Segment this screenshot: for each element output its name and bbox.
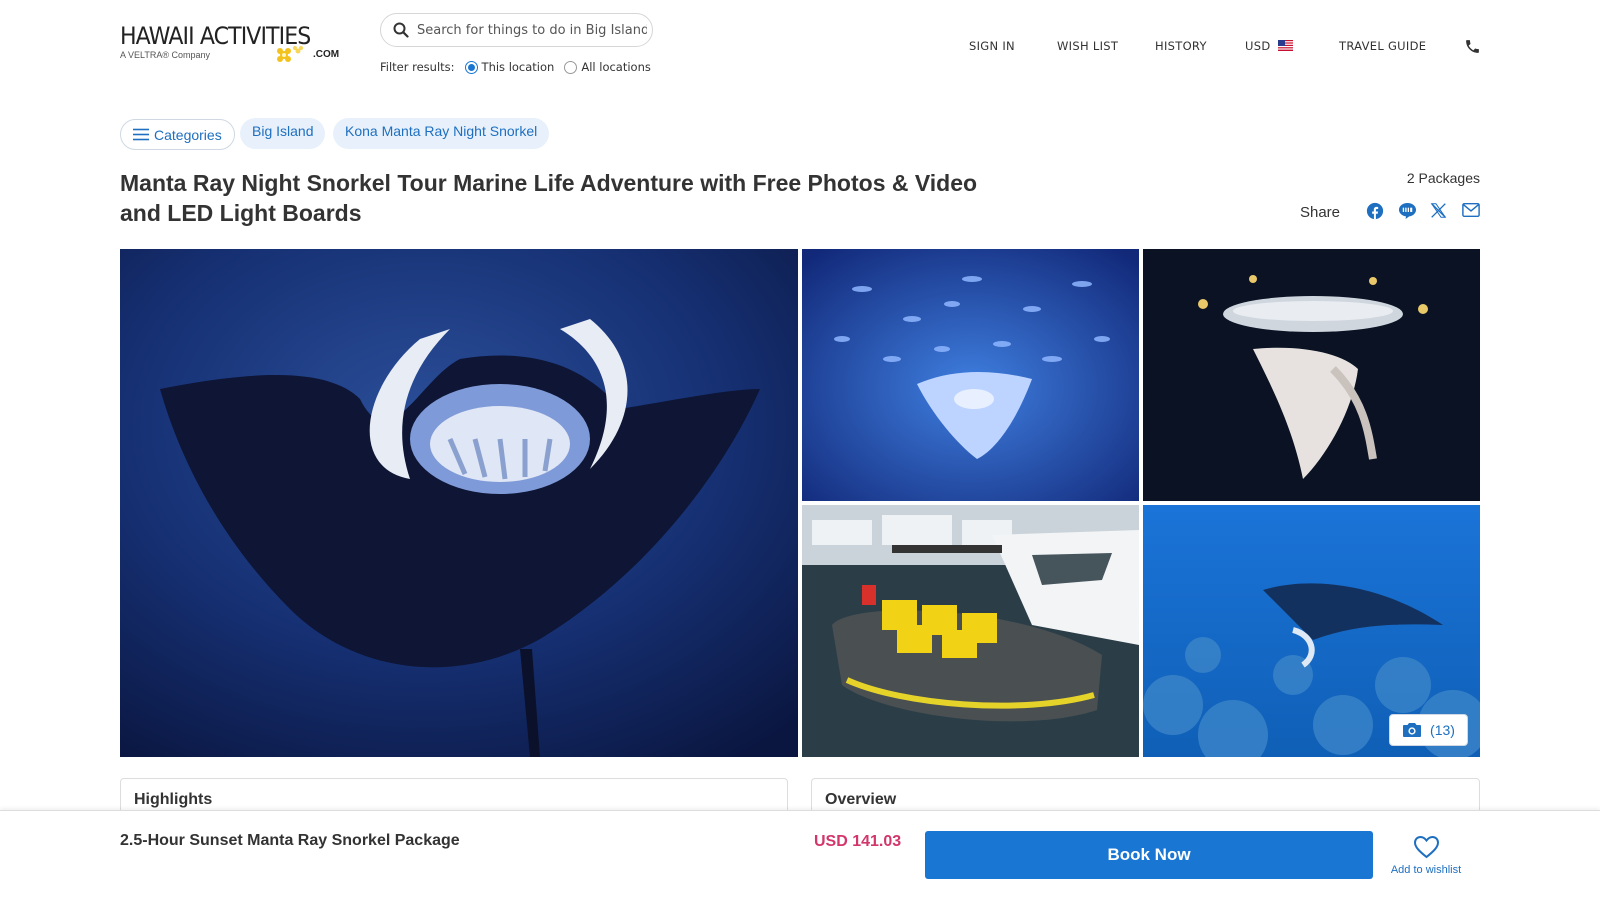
add-to-wishlist-label: Add to wishlist — [1390, 864, 1462, 876]
breadcrumb-label: Kona Manta Ray Night Snorkel — [345, 122, 538, 139]
categories-label: Categories — [154, 126, 222, 143]
heart-icon — [1413, 835, 1439, 859]
categories-button[interactable]: Categories — [120, 119, 235, 150]
us-flag-icon — [1278, 40, 1294, 51]
page-title: Manta Ray Night Snorkel Tour Marine Life… — [120, 170, 978, 226]
package-price: USD 141.03 — [814, 833, 902, 850]
book-now-button[interactable]: Book Now — [925, 831, 1373, 879]
breadcrumb-kona-manta-ray[interactable]: Kona Manta Ray Night Snorkel — [333, 118, 550, 149]
add-to-wishlist-button[interactable]: Add to wishlist — [1388, 835, 1464, 876]
breadcrumb-big-island[interactable]: Big Island — [240, 118, 326, 149]
photo-count-label: (13) — [1430, 722, 1455, 738]
search-icon — [393, 22, 409, 38]
photo-manta-ray-under-light-board[interactable] — [1143, 249, 1480, 501]
nav-travel-guide[interactable]: TRAVEL GUIDE — [1339, 39, 1426, 53]
nav-wish-list[interactable]: WISH LIST — [1057, 39, 1118, 53]
package-name: 2.5-Hour Sunset Manta Ray Snorkel Packag… — [120, 832, 460, 849]
highlights-heading: Highlights — [134, 791, 213, 808]
share-label: Share — [1299, 203, 1340, 221]
packages-count[interactable]: 2 Packages — [1407, 170, 1480, 186]
photo-snorkel-boat-in-harbor[interactable] — [802, 505, 1139, 757]
share-bar: Share — [1300, 202, 1482, 222]
breadcrumb-label: Big Island — [252, 122, 314, 139]
radio-this-location[interactable] — [464, 60, 478, 74]
line-icon[interactable] — [1398, 202, 1418, 222]
nav-history[interactable]: HISTORY — [1155, 39, 1207, 53]
view-all-photos-button[interactable]: (13) — [1389, 714, 1468, 746]
filter-option-this-location[interactable]: This location — [482, 60, 555, 74]
camera-icon — [1403, 723, 1422, 737]
filter-label: Filter results: — [380, 60, 455, 74]
filter-option-all-locations[interactable]: All locations — [581, 60, 651, 74]
photo-manta-ray-close-up[interactable] — [120, 249, 798, 757]
currency-label: USD — [1245, 39, 1271, 53]
plumeria-icon — [277, 46, 303, 62]
facebook-icon[interactable] — [1366, 202, 1386, 222]
photo-manta-ray-with-fish[interactable] — [802, 249, 1139, 501]
currency-selector[interactable]: USD — [1245, 39, 1294, 53]
site-logo[interactable]: HAWAII ACTIVITIES A VELTRA® Company .COM — [120, 22, 340, 70]
nav-sign-in[interactable]: SIGN IN — [969, 39, 1015, 53]
booking-bar: 2.5-Hour Sunset Manta Ray Snorkel Packag… — [0, 810, 1600, 900]
phone-icon[interactable] — [1464, 38, 1481, 55]
email-icon[interactable] — [1462, 202, 1482, 222]
logo-suffix: .COM — [313, 49, 340, 60]
overview-heading: Overview — [825, 791, 897, 808]
x-icon[interactable] — [1430, 202, 1450, 222]
search-box[interactable] — [380, 13, 653, 47]
search-input[interactable] — [417, 22, 647, 38]
filter-results: Filter results: This location All locati… — [380, 60, 651, 74]
menu-icon — [133, 128, 149, 141]
logo-tagline: A VELTRA® Company — [120, 50, 210, 60]
radio-all-locations[interactable] — [564, 60, 578, 74]
